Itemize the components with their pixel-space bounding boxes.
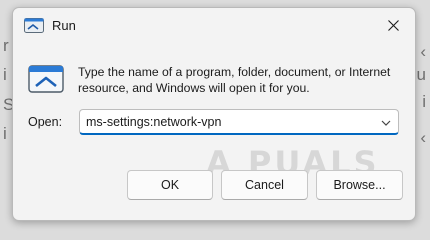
background-text: i [422, 92, 426, 111]
run-icon [24, 18, 44, 33]
cancel-button[interactable]: Cancel [221, 170, 308, 200]
ok-button[interactable]: OK [127, 170, 213, 200]
background-text: ‹ [420, 128, 426, 147]
background-text: i [3, 124, 7, 143]
open-label: Open: [28, 115, 63, 129]
open-input[interactable] [86, 110, 372, 134]
close-button[interactable] [371, 8, 415, 42]
background-text: i [3, 65, 7, 84]
background-text: r [3, 36, 9, 55]
close-icon [387, 19, 399, 31]
browse-button[interactable]: Browse... [316, 170, 403, 200]
window-title: Run [52, 18, 76, 33]
chevron-down-icon[interactable] [380, 116, 392, 128]
background-text: u [416, 65, 426, 84]
title-bar[interactable]: Run [13, 8, 415, 42]
run-dialog: Run Type the name of a program, folder, … [12, 7, 416, 221]
prompt-text: Type the name of a program, folder, docu… [78, 65, 391, 95]
run-program-icon [28, 65, 64, 93]
background-text: ‹ [420, 42, 426, 61]
open-combobox[interactable] [79, 109, 399, 135]
